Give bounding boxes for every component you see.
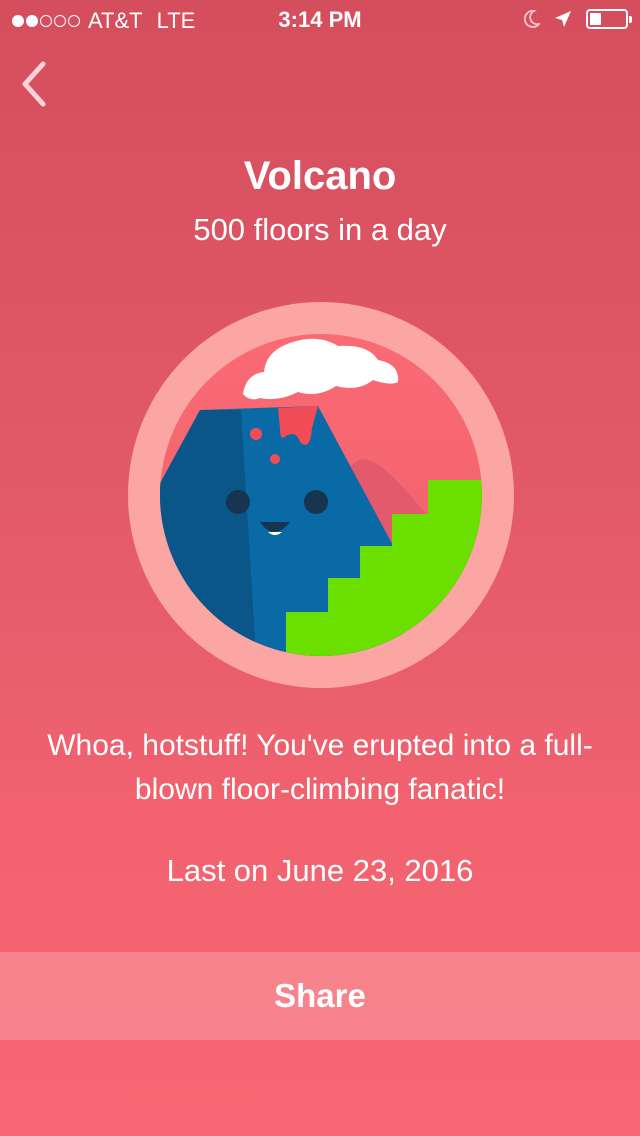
share-button[interactable]: Share [0, 952, 640, 1040]
volcano-right-eye [304, 490, 328, 514]
status-bar-right [524, 9, 632, 29]
badge-message: Whoa, hotstuff! You've erupted into a fu… [47, 729, 593, 806]
moon-icon [524, 10, 540, 28]
share-button-label: Share [274, 977, 366, 1014]
battery-icon [586, 9, 632, 29]
chevron-left-icon [22, 61, 46, 107]
back-button[interactable] [14, 60, 54, 108]
status-bar: AT&T LTE 3:14 PM [0, 0, 640, 40]
volcano-badge-icon [128, 302, 514, 688]
last-earned-date: Last on June 23, 2016 [166, 853, 474, 888]
volcano-left-eye [226, 490, 250, 514]
badge-subtitle: 500 floors in a day [193, 212, 447, 247]
location-arrow-icon [555, 11, 571, 27]
badge-title: Volcano [243, 154, 397, 198]
